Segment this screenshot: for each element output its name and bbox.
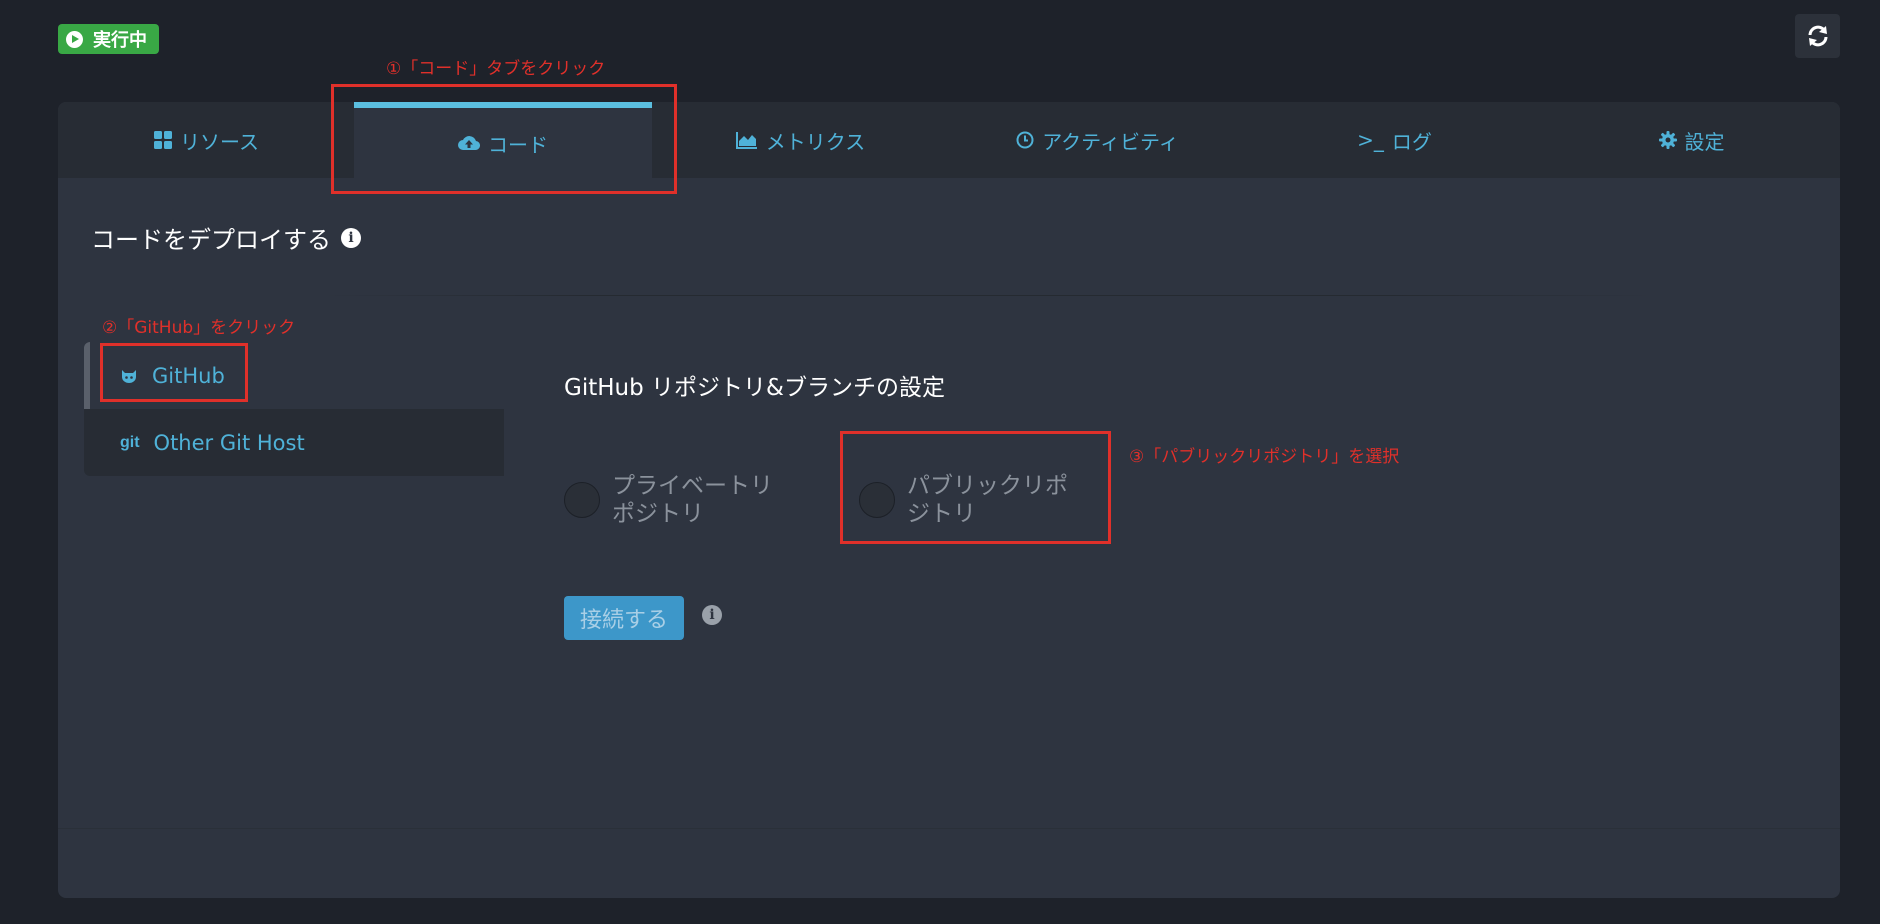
radio-public-repo[interactable]: パブリックリポジトリ: [859, 472, 1077, 528]
status-label: 実行中: [93, 30, 147, 51]
radio-button[interactable]: [564, 482, 600, 518]
tab-label: アクティビティ: [1042, 129, 1179, 154]
radio-private-repo[interactable]: プライベートリポジトリ: [564, 472, 782, 528]
cloud-upload-icon: [458, 134, 480, 152]
form-title: GitHub リポジトリ&ブランチの設定: [564, 375, 945, 401]
tab-label: メトリクス: [765, 129, 866, 154]
info-icon[interactable]: i: [702, 605, 722, 625]
gear-icon: [1658, 131, 1677, 149]
info-icon[interactable]: i: [341, 227, 361, 248]
main-panel: リソース コード メトリクス アクティビティ >_ ログ 設定 コードをデプロイ…: [58, 102, 1840, 898]
tab-resources[interactable]: リソース: [58, 102, 355, 178]
terminal-icon: >_: [1357, 128, 1384, 152]
radio-button[interactable]: [859, 482, 895, 518]
section-title: コードをデプロイする i: [91, 220, 361, 255]
radio-label: パブリックリポジトリ: [907, 473, 1068, 527]
annotation-step3: ③「パブリックリポジトリ」を選択: [1129, 447, 1400, 467]
radio-label: プライベートリポジトリ: [612, 473, 773, 527]
tab-activity[interactable]: アクティビティ: [949, 102, 1246, 178]
status-badge: 実行中: [58, 24, 159, 54]
tab-metrics[interactable]: メトリクス: [652, 102, 949, 178]
connect-button[interactable]: 接続する: [564, 596, 684, 640]
provider-list: GitHub git Other Git Host: [84, 342, 504, 476]
provider-github[interactable]: GitHub: [84, 342, 504, 409]
section-title-text: コードをデプロイする: [91, 226, 331, 254]
refresh-button[interactable]: [1795, 14, 1840, 58]
tab-label: コード: [488, 132, 548, 157]
refresh-icon: [1808, 25, 1827, 47]
bottom-divider: [58, 828, 1840, 829]
tab-label: ログ: [1391, 129, 1432, 154]
grid-icon: [154, 131, 172, 149]
provider-other-git[interactable]: git Other Git Host: [84, 409, 504, 476]
tab-logs[interactable]: >_ ログ: [1246, 102, 1543, 178]
tab-settings[interactable]: 設定: [1543, 102, 1840, 178]
clock-icon: [1016, 131, 1034, 149]
github-icon: [122, 369, 136, 383]
area-chart-icon: [735, 131, 758, 149]
play-icon: [66, 30, 83, 48]
tab-label: リソース: [180, 129, 259, 154]
provider-label: Other Git Host: [153, 430, 305, 455]
provider-label: GitHub: [152, 363, 225, 388]
git-icon: git: [120, 433, 140, 451]
annotation-step2: ②「GitHub」をクリック: [102, 318, 296, 338]
annotation-step1: ①「コード」タブをクリック: [386, 59, 606, 79]
tab-label: 設定: [1684, 129, 1725, 154]
tab-bar: リソース コード メトリクス アクティビティ >_ ログ 設定: [58, 102, 1840, 178]
section-divider: [318, 295, 1658, 296]
tab-code[interactable]: コード: [354, 102, 652, 178]
